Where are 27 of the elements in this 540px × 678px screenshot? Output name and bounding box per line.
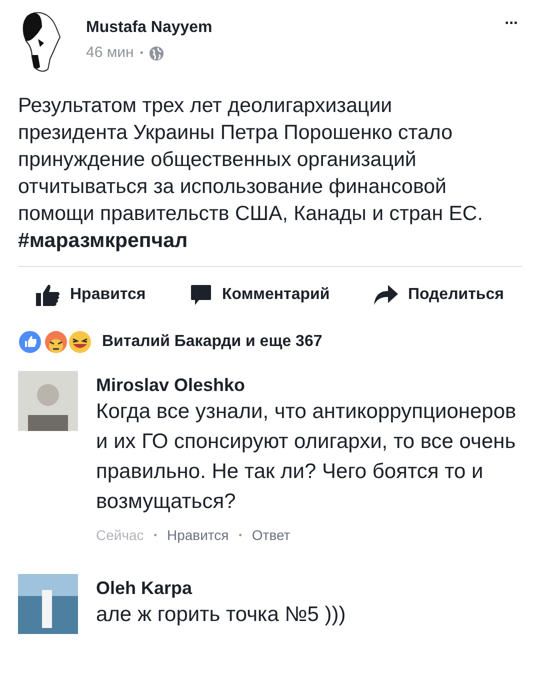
thumbs-up-icon — [36, 284, 60, 306]
comment-text: але ж горить точка №5 ))) — [96, 602, 347, 628]
globe-icon — [149, 46, 164, 61]
photo-placeholder — [18, 371, 78, 431]
post-text: Результатом трех лет деолигархизации президента Украины Петра Порошенко стало принуждение общественных организаций отчитываться за использование финансовой помощи правительств США, Канады и стран ЕС. — [18, 93, 484, 227]
separator-dot: • — [238, 528, 242, 542]
like-reaction-icon — [18, 330, 42, 354]
separator-dot: • — [154, 528, 157, 542]
comment-button[interactable]: Комментарий — [190, 283, 330, 307]
laughing-face-icon — [69, 331, 91, 353]
speech-bubble-icon — [190, 284, 212, 306]
separator-dot: • — [140, 46, 144, 61]
photo-placeholder — [18, 574, 78, 634]
commenter-name[interactable]: Miroslav Oleshko — [96, 373, 522, 397]
commenter-name[interactable]: Oleh Karpa — [96, 576, 522, 600]
more-options-button[interactable]: ... — [504, 12, 518, 28]
reactions-summary[interactable]: Виталий Бакарди и еще 367 — [102, 330, 322, 354]
like-button[interactable]: Нравится — [36, 283, 146, 307]
hashtag-link[interactable]: #маразмкрепчал — [18, 227, 522, 254]
author-name[interactable]: Mustafa Nayyem — [86, 16, 505, 40]
reply-link[interactable]: Ответ — [252, 525, 290, 546]
like-link[interactable]: Нравится — [166, 525, 229, 546]
comment-text: Когда все узнали, что антикоррупционеров и их ГО спонсируют олигархи, то все очень правильно. Не так ли? Чего боятся то и возмущаться? — [96, 399, 518, 515]
share-button[interactable]: Поделиться — [374, 283, 504, 307]
share-arrow-icon — [374, 285, 398, 305]
comment-time: Сейчас — [96, 526, 144, 545]
angry-face-icon — [45, 331, 67, 353]
